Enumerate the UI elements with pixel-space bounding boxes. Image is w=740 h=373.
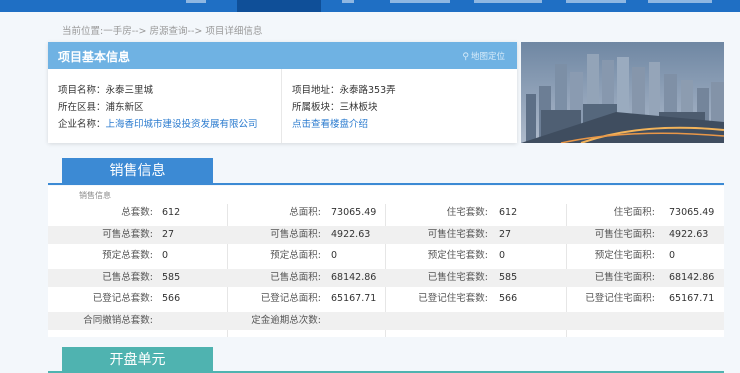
project-info-title: 项目基本信息 <box>58 50 131 64</box>
sales-row: 已登记总套数: 566 已登记总面积: 65167.71 已登记住宅套数: 566 已登记住… <box>48 290 724 308</box>
sales-cell-label: 住宅套数: <box>446 207 488 218</box>
sales-cell-value: 27 <box>499 228 512 240</box>
sales-info-tab[interactable]: 销售信息 <box>62 158 213 184</box>
project-block: 所属板块：三林板块 <box>292 102 378 113</box>
sales-row: 预定总套数: 0 预定总面积: 0 预定住宅套数: 0 预定住宅面积: 0 <box>48 247 724 265</box>
sales-cell-label: 可售总面积: <box>270 228 321 240</box>
sales-cell-label: 住宅面积: <box>613 207 655 218</box>
top-nav-bar <box>0 0 740 12</box>
project-info-body: 项目名称：永泰三里城 所在区县：浦东新区 企业名称：上海香印城市建设投资发展有限… <box>48 69 517 143</box>
sales-row: 合同撤销总套数: 定金逾期总次数: <box>48 311 724 330</box>
sales-cell-value: 0 <box>162 250 169 261</box>
sales-cell-label: 已售住宅面积: <box>594 271 655 283</box>
sales-cell-value: 566 <box>162 293 181 304</box>
nav-item-1[interactable] <box>186 0 206 3</box>
sales-cell-label: 已售总套数: <box>102 271 153 283</box>
sales-cell-value: 0 <box>499 250 506 261</box>
sales-cell-label: 预定住宅面积: <box>594 250 655 261</box>
project-info-header: 项目基本信息 ⚲ 地图定位 <box>48 42 517 69</box>
sales-row: 可售总套数: 27 可售总面积: 4922.63 可售住宅套数: 27 可售住宅面积: 492… <box>48 225 724 244</box>
sales-cell-value: 566 <box>499 293 518 304</box>
sales-cell-label: 已售住宅套数: <box>427 271 488 283</box>
nav-item-3[interactable] <box>390 0 450 3</box>
property-intro-link[interactable]: 点击查看楼盘介绍 <box>292 116 368 130</box>
company-name-link[interactable]: 上海香印城市建设投资发展有限公司 <box>106 119 258 130</box>
sales-row: 已售总套数: 585 已售总面积: 68142.86 已售住宅套数: 585 已售住宅面积:… <box>48 268 724 287</box>
nav-item-6[interactable] <box>648 0 712 3</box>
sales-table-caption: 销售信息 <box>79 191 111 200</box>
sales-cell-value: 73065.49 <box>669 207 715 218</box>
sales-cell-label: 预定总面积: <box>270 250 321 261</box>
sales-cell-label: 总套数: <box>121 207 153 218</box>
sales-cell-label: 已登记总套数: <box>92 293 153 304</box>
sales-cell-label: 合同撤销总套数: <box>83 314 153 326</box>
card-divider <box>281 69 282 143</box>
project-photo <box>521 42 724 143</box>
sales-cell-label: 定金逾期总次数: <box>251 314 321 326</box>
sales-cell-value: 68142.86 <box>669 271 715 283</box>
sales-cell-label: 可售总套数: <box>102 228 153 240</box>
sales-cell-label: 预定总套数: <box>102 250 153 261</box>
nav-item-4[interactable] <box>474 0 542 3</box>
sales-cell-label: 已售总面积: <box>270 271 321 283</box>
project-district: 所在区县：浦东新区 <box>58 102 144 113</box>
sales-cell-label: 可售住宅面积: <box>594 228 655 240</box>
sales-cell-label: 总面积: <box>289 207 321 218</box>
sales-cell-value: 65167.71 <box>669 293 715 304</box>
project-name: 项目名称：永泰三里城 <box>58 85 154 96</box>
sales-info-table: 销售信息 总套数: 612 总面积: 73065.49 住宅套数: 612 住宅面积: 730… <box>48 186 724 337</box>
project-address: 项目地址：永泰路353弄 <box>292 85 396 96</box>
sales-section-line <box>48 183 724 185</box>
nav-active-item[interactable] <box>237 0 321 12</box>
sales-cell-value: 4922.63 <box>669 228 709 240</box>
map-location-link[interactable]: ⚲ 地图定位 <box>462 50 505 62</box>
sales-cell-label: 预定住宅套数: <box>427 250 488 261</box>
sales-cell-label: 可售住宅套数: <box>427 228 488 240</box>
sales-cell-value: 585 <box>162 271 181 283</box>
sales-row: 总套数: 612 总面积: 73065.49 住宅套数: 612 住宅面积: 73065.49 <box>48 204 724 222</box>
sales-cell-label: 已登记住宅套数: <box>418 293 488 304</box>
nav-item-5[interactable] <box>566 0 626 3</box>
sales-cell-label: 已登记总面积: <box>260 293 321 304</box>
map-link-label: 地图定位 <box>470 52 505 62</box>
nav-item-2[interactable] <box>342 0 354 3</box>
opening-units-tab[interactable]: 开盘单元 <box>62 347 213 373</box>
sales-cell-value: 27 <box>162 228 175 240</box>
sales-cell-value: 0 <box>669 250 676 261</box>
sales-cell-value: 585 <box>499 271 518 283</box>
sales-cell-label: 已登记住宅面积: <box>585 293 655 304</box>
sales-cell-value: 612 <box>162 207 181 218</box>
sales-cell-value: 0 <box>331 250 338 261</box>
sales-cell-value: 612 <box>499 207 518 218</box>
city-skyline-image <box>521 42 724 143</box>
company-row: 企业名称：上海香印城市建设投资发展有限公司 <box>58 116 258 130</box>
company-label: 企业名称： <box>58 119 106 130</box>
sales-cell-value: 4922.63 <box>331 228 371 240</box>
breadcrumb: 当前位置:一手房--> 房源查询--> 项目详细信息 <box>62 26 263 37</box>
project-info-card: 项目基本信息 ⚲ 地图定位 项目名称：永泰三里城 所在区县：浦东新区 企业名称：上… <box>48 42 517 143</box>
map-pin-icon: ⚲ <box>462 52 469 62</box>
